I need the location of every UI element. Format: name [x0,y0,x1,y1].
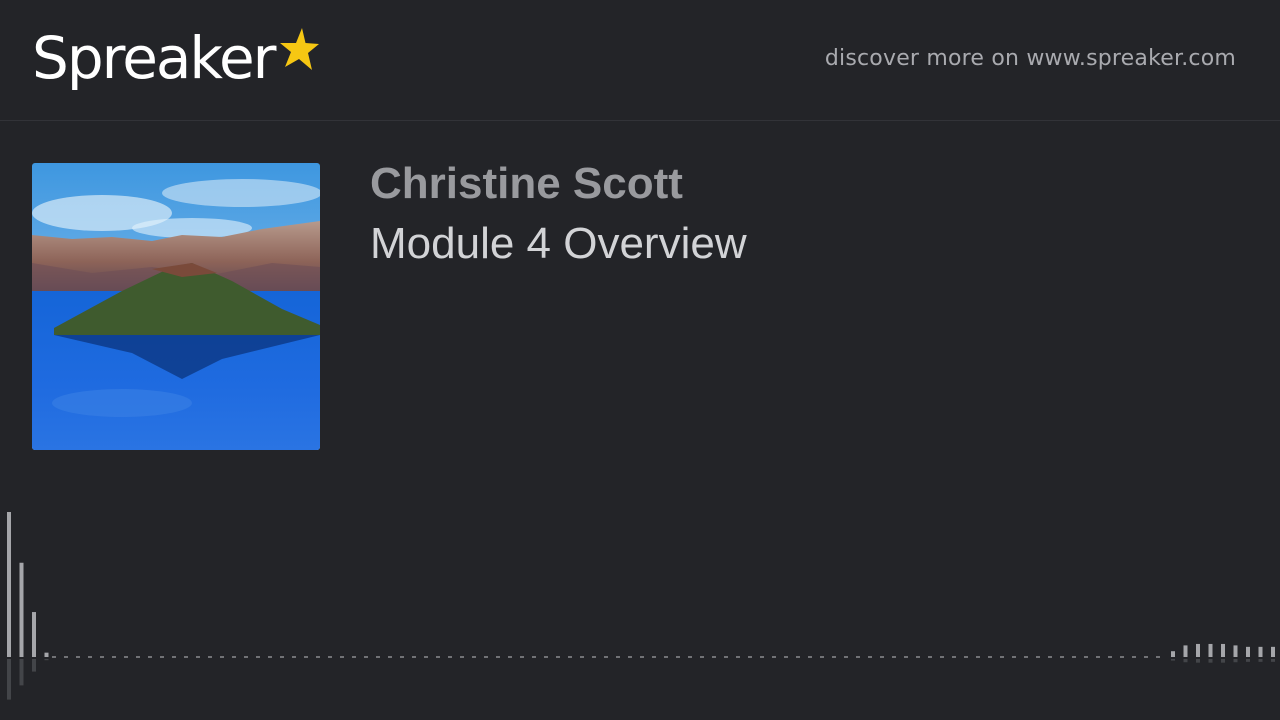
waveform-bar-reflection [32,659,36,672]
waveform-bar-reflection [1183,659,1188,663]
discover-more-link[interactable]: discover more on www.spreaker.com [825,46,1236,71]
waveform-bar [1196,643,1200,657]
waveform-bar-reflection [1221,659,1225,663]
waveform-bar [7,512,11,657]
audio-waveform [7,512,1275,700]
waveform-bar [19,562,24,657]
waveform-bar [1271,646,1275,657]
waveform-bar [1183,645,1188,657]
author-name: Christine Scott [370,159,683,208]
waveform-bar [32,612,36,657]
waveform-bar [1208,643,1213,657]
waveform-bar-reflection [1271,659,1275,662]
episode-cover-image [32,163,320,450]
waveform-bar [1258,646,1263,657]
waveform-bar [1233,645,1238,657]
waveform-bar-reflection [1196,659,1200,663]
waveform-bar-reflection [1208,659,1213,663]
waveform-bar-reflection [44,659,49,661]
logo-wordmark: Spreaker [32,24,276,92]
spreaker-logo[interactable]: Spreaker [32,20,320,100]
waveform-bar [1221,643,1225,657]
waveform-bar [1171,651,1175,657]
waveform-bar-reflection [19,659,24,686]
star-icon [280,28,320,70]
top-bar: Spreaker discover more on www.spreaker.c… [0,0,1280,121]
waveform-bar [44,652,49,657]
waveform-bar-reflection [1246,659,1250,662]
episode-title: Module 4 Overview [370,219,747,268]
waveform-bar-reflection [1258,659,1263,662]
waveform-bar-reflection [7,659,11,700]
waveform-bar-reflection [1171,659,1175,661]
waveform-bar-reflection [1233,659,1238,663]
waveform-bar [1246,646,1250,657]
